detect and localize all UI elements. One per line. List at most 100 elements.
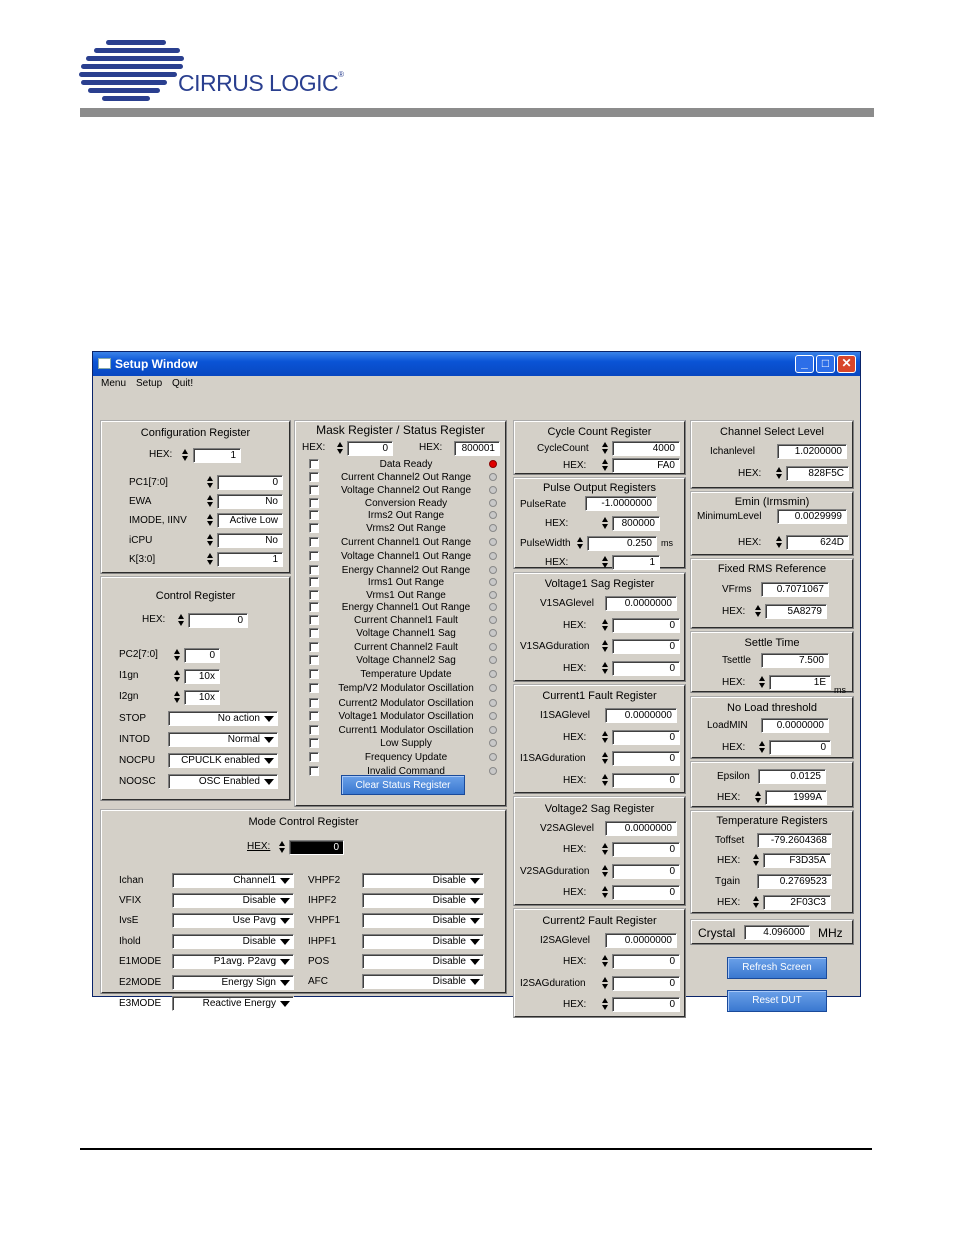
mode-left-select[interactable]: Channel1 (172, 873, 294, 888)
voltage2-sag-panel-hex-field[interactable]: 0 (612, 842, 680, 857)
temp-hex2-field[interactable]: 2F03C3 (763, 895, 831, 910)
clear-status-register-button[interactable]: Clear Status Register (341, 775, 465, 795)
mask-checkbox[interactable] (309, 485, 319, 495)
close-button[interactable]: ✕ (837, 355, 856, 373)
spinner-arrows-icon[interactable] (601, 976, 610, 991)
spinner-arrows-icon[interactable] (775, 535, 784, 550)
config-row-field[interactable]: 1 (217, 552, 283, 567)
config-row-field[interactable]: 0 (217, 475, 283, 490)
emin-panel-level-field[interactable]: 0.0029999 (777, 509, 847, 524)
mode-right-select[interactable]: Disable (362, 913, 484, 928)
control-ring-select[interactable]: OSC Enabled (168, 774, 278, 789)
pc2-field[interactable]: 0 (184, 648, 220, 663)
mode-right-select[interactable]: Disable (362, 873, 484, 888)
mode-right-select[interactable]: Disable (362, 893, 484, 908)
i1gn-field[interactable]: 10x (184, 669, 220, 684)
spinner-arrows-icon[interactable] (601, 555, 610, 570)
current1-fault-panel-level-field[interactable]: 0.0000000 (605, 708, 677, 723)
spinner-arrows-icon[interactable] (173, 648, 182, 663)
mode-left-select[interactable]: Disable (172, 893, 294, 908)
voltage1-sag-panel-level-field[interactable]: 0.0000000 (605, 596, 677, 611)
settle-time-panel-hex-field[interactable]: 1E (769, 675, 831, 690)
mode-left-select[interactable]: P1avg. P2avg (172, 954, 294, 969)
epsilon-panel-hex-field[interactable]: 1999A (765, 790, 827, 805)
config-hex-field[interactable]: 1 (193, 448, 241, 463)
mask-checkbox[interactable] (309, 510, 319, 520)
mode-right-select[interactable]: Disable (362, 954, 484, 969)
reset-dut-button[interactable]: Reset DUT (727, 990, 827, 1012)
spinner-arrows-icon[interactable] (601, 618, 610, 633)
mode-left-select[interactable]: Use Pavg (172, 913, 294, 928)
maximize-button[interactable]: □ (816, 355, 835, 373)
refresh-screen-button[interactable]: Refresh Screen (727, 957, 827, 979)
mode-left-select[interactable]: Energy Sign (172, 975, 294, 990)
mask-checkbox[interactable] (309, 752, 319, 762)
no-load-panel-hex-field[interactable]: 0 (769, 740, 831, 755)
spinner-arrows-icon[interactable] (752, 853, 761, 868)
spinner-arrows-icon[interactable] (177, 613, 186, 628)
control-hex-field[interactable]: 0 (188, 613, 248, 628)
mask-checkbox[interactable] (309, 738, 319, 748)
current2-fault-panel-hex-field[interactable]: 0 (612, 954, 680, 969)
voltage2-sag-panel-duration-field[interactable]: 0 (612, 864, 680, 879)
spinner-arrows-icon[interactable] (601, 441, 610, 456)
spinner-arrows-icon[interactable] (601, 885, 610, 900)
i2gn-field[interactable]: 10x (184, 690, 220, 705)
spinner-arrows-icon[interactable] (601, 864, 610, 879)
spinner-arrows-icon[interactable] (601, 516, 610, 531)
current1-fault-panel-hex2-field[interactable]: 0 (612, 773, 680, 788)
status-hex-field[interactable]: 800001 (454, 441, 500, 456)
settle-time-panel-level-field[interactable]: 7.500 (761, 653, 829, 668)
spinner-arrows-icon[interactable] (576, 536, 585, 551)
mask-checkbox[interactable] (309, 472, 319, 482)
pulse-hex-field[interactable]: 800000 (612, 516, 660, 531)
spinner-arrows-icon[interactable] (775, 466, 784, 481)
control-ring-select[interactable]: No action (168, 711, 278, 726)
fixed-rms-panel-hex-field[interactable]: 5A8279 (765, 604, 827, 619)
mask-checkbox[interactable] (309, 642, 319, 652)
spinner-arrows-icon[interactable] (601, 773, 610, 788)
spinner-arrows-icon[interactable] (601, 730, 610, 745)
mask-hex-field[interactable]: 0 (347, 441, 393, 456)
spinner-arrows-icon[interactable] (206, 475, 215, 490)
config-row-field[interactable]: Active Low (217, 513, 283, 528)
mask-checkbox[interactable] (309, 766, 319, 776)
spinner-arrows-icon[interactable] (181, 448, 190, 463)
cycle-count-field[interactable]: 4000 (612, 441, 680, 456)
mode-right-select[interactable]: Disable (362, 934, 484, 949)
pulse-rate-field[interactable]: -1.0000000 (585, 496, 657, 511)
spinner-arrows-icon[interactable] (758, 675, 767, 690)
spinner-arrows-icon[interactable] (754, 790, 763, 805)
mode-left-select[interactable]: Disable (172, 934, 294, 949)
spinner-arrows-icon[interactable] (758, 740, 767, 755)
mode-hex-field[interactable]: 0 (289, 840, 344, 855)
mode-right-select[interactable]: Disable (362, 974, 484, 989)
spinner-arrows-icon[interactable] (206, 552, 215, 567)
mask-checkbox[interactable] (309, 565, 319, 575)
pulse-hex2-field[interactable]: 1 (612, 555, 660, 570)
channel-select-panel-hex-field[interactable]: 828F5C (786, 466, 849, 481)
epsilon-panel-level-field[interactable]: 0.0125 (758, 769, 826, 784)
current2-fault-panel-duration-field[interactable]: 0 (612, 976, 680, 991)
control-ring-select[interactable]: Normal (168, 732, 278, 747)
mask-checkbox[interactable] (309, 523, 319, 533)
spinner-arrows-icon[interactable] (601, 751, 610, 766)
channel-select-panel-level-field[interactable]: 1.0200000 (777, 444, 847, 459)
mask-checkbox[interactable] (309, 711, 319, 721)
mask-checkbox[interactable] (309, 602, 319, 612)
crystal-field[interactable]: 4.096000 (744, 925, 810, 940)
mask-checkbox[interactable] (309, 577, 319, 587)
no-load-panel-level-field[interactable]: 0.0000000 (761, 718, 829, 733)
voltage1-sag-panel-duration-field[interactable]: 0 (612, 639, 680, 654)
cycle-hex-field[interactable]: FA0 (612, 458, 680, 473)
mode-left-select[interactable]: Reactive Energy (172, 996, 294, 1011)
spinner-arrows-icon[interactable] (173, 669, 182, 684)
mask-checkbox[interactable] (309, 537, 319, 547)
spinner-arrows-icon[interactable] (601, 458, 610, 473)
mask-checkbox[interactable] (309, 628, 319, 638)
spinner-arrows-icon[interactable] (601, 997, 610, 1012)
fixed-rms-panel-level-field[interactable]: 0.7071067 (761, 582, 829, 597)
voltage1-sag-panel-hex-field[interactable]: 0 (612, 618, 680, 633)
mask-checkbox[interactable] (309, 683, 319, 693)
current2-fault-panel-level-field[interactable]: 0.0000000 (605, 933, 677, 948)
